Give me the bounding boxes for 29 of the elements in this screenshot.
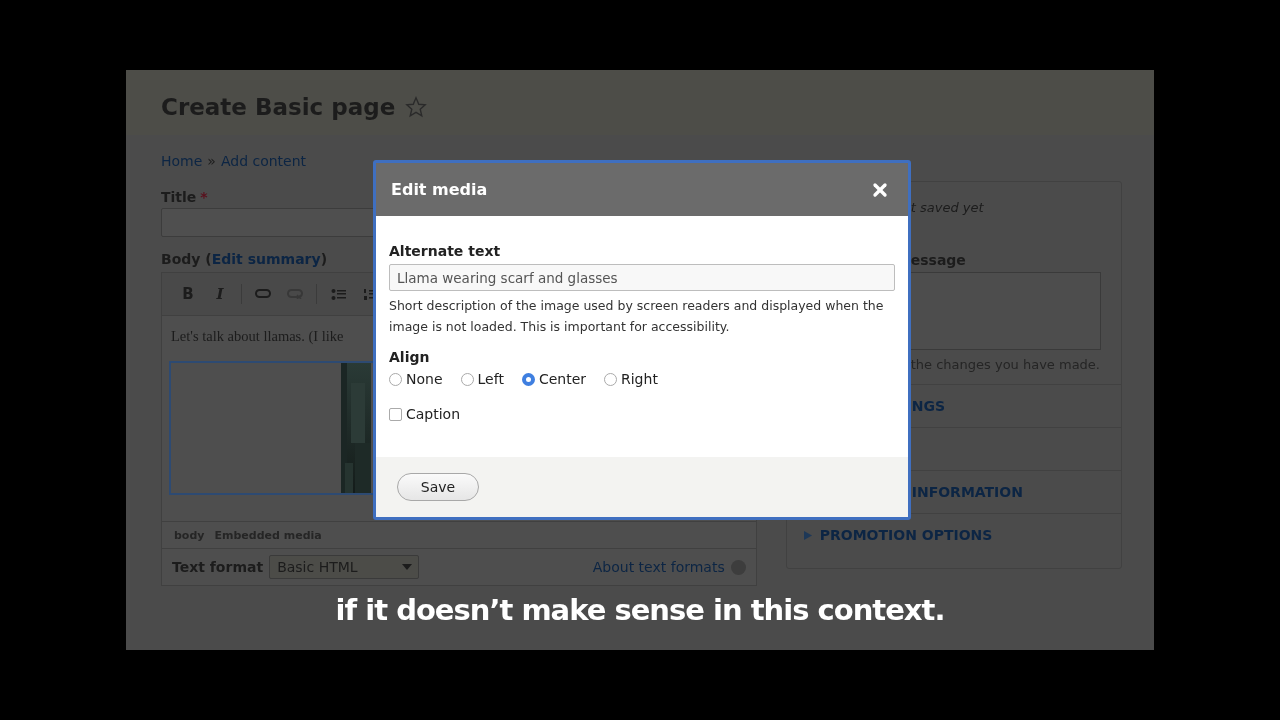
dialog-title: Edit media — [391, 180, 488, 199]
breadcrumb-link[interactable]: Add content — [220, 153, 307, 169]
help-link[interactable]: About text formats — [592, 559, 725, 575]
star-icon[interactable] — [405, 95, 428, 118]
radio-label: Right — [621, 371, 658, 387]
alternate-text-field[interactable]: Llama wearing scarf and glasses — [389, 264, 895, 291]
field-description: Short description of the image used by screen readers and displayed when the image is not loaded. This is important for accessibility. — [389, 297, 885, 336]
breadcrumb-separator: » — [207, 153, 216, 169]
bulleted-list-icon — [330, 287, 346, 301]
radio-button[interactable] — [460, 372, 474, 386]
radio-button[interactable] — [604, 372, 617, 386]
radio-label: Left — [477, 371, 504, 387]
save-button[interactable]: Save — [397, 473, 479, 501]
chain-link-icon — [255, 289, 271, 299]
field-label: Align — [389, 349, 431, 365]
edit-summary-link[interactable]: Edit summary — [211, 251, 321, 267]
breadcrumb-link[interactable]: Home — [161, 153, 203, 169]
field-label: Alternate text — [389, 243, 502, 259]
radio-label: None — [406, 371, 443, 387]
required-mark: * — [200, 189, 208, 205]
field-label: ) — [320, 251, 328, 267]
checkbox[interactable] — [389, 407, 402, 421]
checkbox-label: Caption — [406, 406, 461, 422]
video-subtitle: if it doesn’t make sense in this context. — [335, 593, 945, 627]
dropdown-arrow-icon — [402, 564, 413, 570]
radio-label: Center — [538, 371, 586, 387]
radio-button[interactable] — [521, 372, 535, 386]
expand-arrow-icon — [803, 530, 812, 540]
radio-button[interactable] — [389, 372, 402, 386]
